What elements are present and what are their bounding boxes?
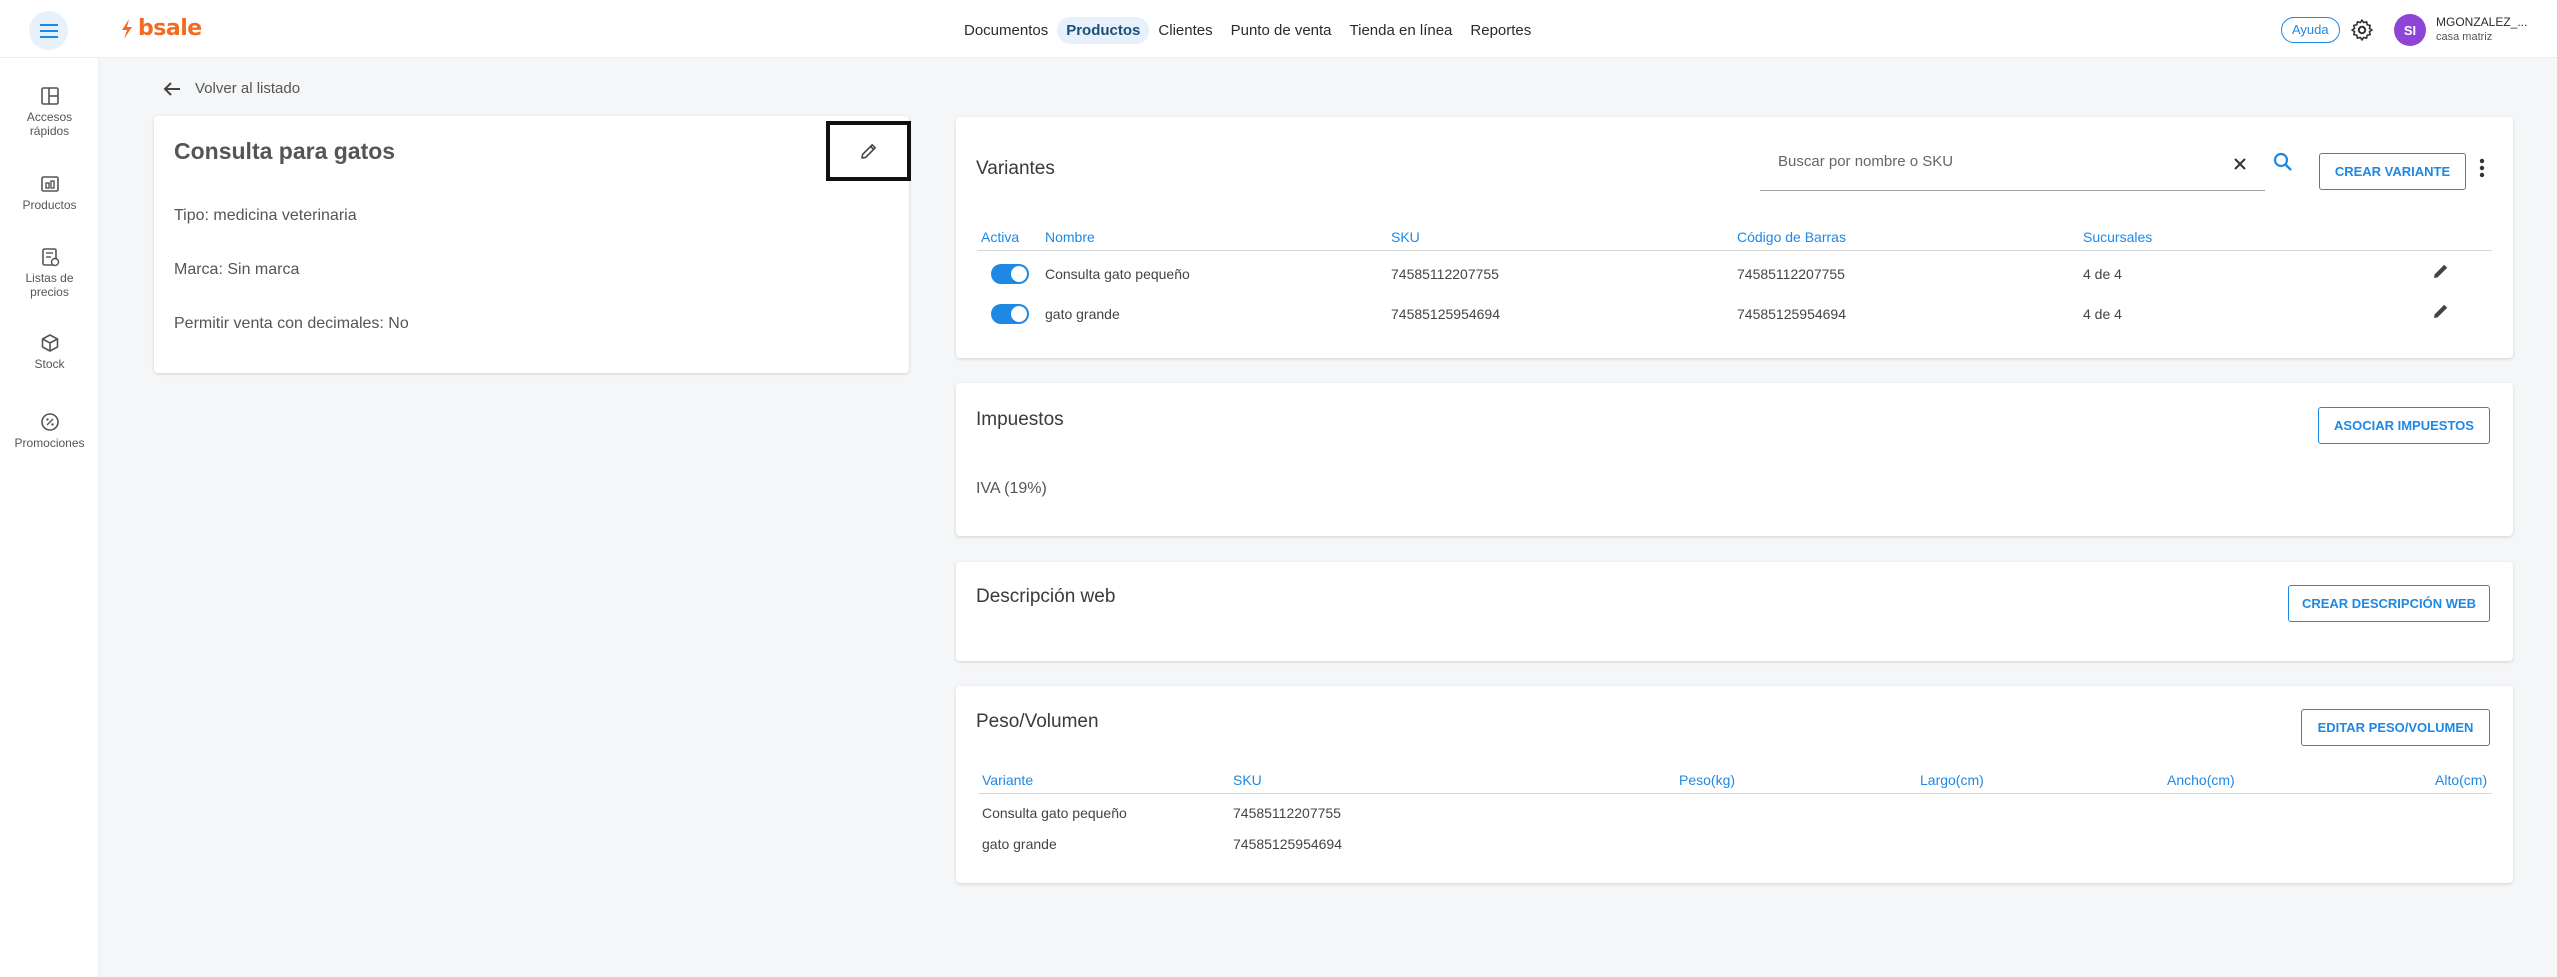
pencil-icon[interactable] [2432,262,2450,280]
sidebar-item-label: Listas de precios [25,271,74,299]
sidebar-item-promociones[interactable]: Promociones [0,412,99,450]
wv-variant: gato grande [982,836,1057,852]
hamburger-icon [39,23,58,38]
col-alto: Alto(cm) [2435,772,2488,788]
col-sku: SKU [1233,772,1262,788]
col-codigo-barras: Código de Barras [1737,229,1846,245]
product-decimals: Permitir venta con decimales: No [174,315,409,332]
tax-item: IVA (19%) [976,480,1047,497]
edit-weight-volume-button[interactable]: EDITAR PESO/VOLUMEN [2301,709,2490,746]
close-icon[interactable] [2233,157,2247,171]
gear-icon[interactable] [2350,18,2374,42]
weight-volume-title: Peso/Volumen [976,711,1099,732]
variant-branches: 4 de 4 [2083,266,2122,282]
edit-product-button[interactable] [826,121,911,181]
back-to-list-link[interactable]: Volver al listado [163,80,300,97]
avatar[interactable]: SI [2394,14,2426,46]
variants-title: Variantes [976,158,1055,179]
active-toggle[interactable] [991,264,1029,284]
product-brand: Marca: Sin marca [174,261,300,278]
nav-reportes[interactable]: Reportes [1461,17,1540,44]
variant-sku: 74585125954694 [1391,306,1501,322]
variant-name: gato grande [1045,306,1120,322]
pencil-icon [860,144,876,159]
col-sku: SKU [1391,229,1420,245]
bsale-logo[interactable]: bsale [120,16,202,41]
variant-barcode: 74585125954694 [1737,306,1847,322]
box-icon [41,334,58,352]
wv-sku: 74585112207755 [1233,805,1341,821]
search-icon[interactable] [2273,152,2293,172]
sidebar-item-label: Promociones [14,436,85,450]
arrow-left-icon [163,81,180,96]
active-toggle[interactable] [991,304,1029,324]
price-list-icon [41,248,59,267]
nav-documentos[interactable]: Documentos [955,17,1057,44]
product-info-card: Consulta para gatos Tipo: medicina veter… [154,116,909,373]
sidebar-item-listas-de-precios[interactable]: Listas de precios [0,247,99,299]
sidebar-item-label: Productos [22,198,77,212]
more-vertical-icon[interactable] [2477,157,2487,179]
products-icon [40,176,59,192]
logo-text: bsale [138,16,202,41]
variant-name: Consulta gato pequeño [1045,266,1190,282]
pencil-icon[interactable] [2432,302,2450,320]
bsale-logo-icon [122,18,132,39]
create-variant-button[interactable]: CREAR VARIANTE [2319,153,2466,190]
sidebar-item-productos[interactable]: Productos [0,174,99,212]
main-nav: Documentos Productos Clientes Punto de v… [955,17,1540,44]
sidebar-item-stock[interactable]: Stock [0,333,99,371]
taxes-card: Impuestos IVA (19%) [956,383,2513,536]
col-largo: Largo(cm) [1920,772,1984,788]
col-nombre: Nombre [1045,229,1095,245]
layout-icon [40,87,59,105]
user-name[interactable]: MGONZALEZ_... [2436,15,2527,29]
table-header-divider [977,250,2492,251]
top-bar: bsale Documentos Productos Clientes Punt… [0,0,2557,58]
col-peso: Peso(kg) [1679,772,1736,788]
sidebar-item-label: Stock [34,357,65,371]
nav-clientes[interactable]: Clientes [1149,17,1221,44]
menu-button[interactable] [29,11,68,50]
variant-search [1760,139,2265,191]
col-variante: Variante [982,772,1034,788]
col-sucursales: Sucursales [2083,229,2153,245]
sidebar-item-accesos-rapidos[interactable]: Accesos rápidos [0,86,99,138]
wv-variant: Consulta gato pequeño [982,805,1127,821]
taxes-title: Impuestos [976,409,1064,430]
sidebar-item-label: Accesos rápidos [26,110,73,138]
web-description-title: Descripción web [976,586,1116,607]
variant-branches: 4 de 4 [2083,306,2122,322]
web-description-card: Descripción web [956,562,2513,661]
col-ancho: Ancho(cm) [2167,772,2235,788]
nav-punto-de-venta[interactable]: Punto de venta [1222,17,1341,44]
associate-taxes-button[interactable]: ASOCIAR IMPUESTOS [2318,407,2490,444]
product-title: Consulta para gatos [174,138,396,164]
sidebar: Accesos rápidos Productos Listas de prec… [0,58,99,977]
product-type: Tipo: medicina veterinaria [174,207,357,224]
nav-productos[interactable]: Productos [1057,17,1150,44]
col-activa: Activa [981,229,1020,245]
variant-barcode: 74585112207755 [1737,266,1845,282]
create-web-description-button[interactable]: CREAR DESCRIPCIÓN WEB [2288,585,2490,622]
variant-sku: 74585112207755 [1391,266,1499,282]
variant-search-input[interactable] [1778,153,2198,170]
help-button[interactable]: Ayuda [2281,17,2340,43]
nav-tienda-en-linea[interactable]: Tienda en línea [1341,17,1462,44]
promo-icon [40,413,59,431]
table-header-divider [979,793,2492,794]
wv-sku: 74585125954694 [1233,836,1343,852]
user-branch: casa matriz [2436,31,2493,43]
back-label: Volver al listado [195,80,301,97]
